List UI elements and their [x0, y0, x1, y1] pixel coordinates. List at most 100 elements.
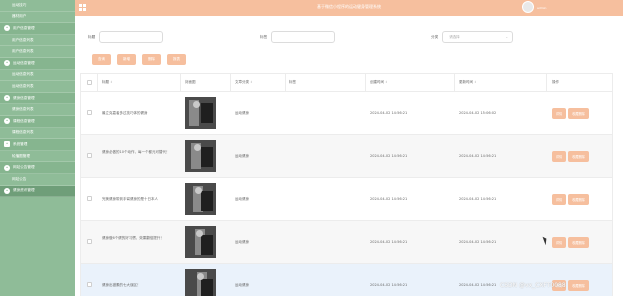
sidebar-item-6[interactable]: 运动信息列表	[0, 70, 75, 82]
notice-icon: •	[4, 164, 10, 171]
sidebar-item-8[interactable]: • 健身信息管理	[0, 92, 75, 105]
fitness-icon: •	[4, 95, 10, 102]
detail-button[interactable]: 详情	[552, 194, 566, 205]
col-header-updated[interactable]: 更新时间⇕	[459, 80, 477, 85]
row-delete-button[interactable]: 收藏删除	[568, 108, 589, 119]
col-header-cover: 封面图	[185, 80, 196, 84]
row-delete-button[interactable]: 收藏删除	[568, 237, 589, 248]
sidebar-item-label: 课程信息管理	[13, 118, 35, 123]
sidebar-item-7[interactable]: 运动信息列表	[0, 81, 75, 93]
sidebar-item-10[interactable]: • 课程信息管理	[0, 115, 75, 128]
search-tag-label: 标签	[260, 34, 268, 39]
row-checkbox[interactable]	[87, 110, 92, 115]
row-checkbox[interactable]	[87, 196, 92, 201]
row-checkbox[interactable]	[87, 239, 92, 244]
data-table: 标题⇕ 封面图 文章分类⇕ 标签 创建时间⇕ 更新时间⇕ 操作 最立克嘉者多过技…	[80, 73, 613, 296]
news-icon: •	[4, 187, 10, 194]
add-button[interactable]: 新增	[117, 54, 136, 65]
cell-created: 2024-04-02 14:56:21	[370, 154, 408, 158]
top-header: 基于微信小程序的运动健身管理系统 admin	[75, 0, 623, 16]
row-checkbox[interactable]	[87, 282, 92, 287]
search-button[interactable]: 查询	[92, 54, 111, 65]
cover-image[interactable]	[185, 183, 216, 215]
sidebar-item-label: 器材用户	[12, 14, 27, 19]
sidebar-item-4[interactable]: 用户信息列表	[0, 46, 75, 58]
row-delete-button[interactable]: 收藏删除	[568, 280, 589, 291]
avatar[interactable]	[522, 1, 534, 13]
cell-category: 运动健身	[235, 240, 249, 244]
sidebar-item-label: 网站公告管理	[13, 165, 35, 170]
sidebar-item-9[interactable]: 健身信息列表	[0, 104, 75, 116]
cover-image[interactable]	[185, 140, 216, 172]
sidebar-item-label: 运动信息列表	[12, 83, 34, 88]
sidebar-item-label: 用户信息管理	[13, 25, 35, 30]
cover-image[interactable]	[185, 269, 216, 296]
sidebar-item-label: 健身信息管理	[13, 95, 35, 100]
sidebar-item-label: 运动信息管理	[13, 60, 35, 65]
cell-updated: 2024-04-02 14:56:21	[459, 240, 497, 244]
row-delete-button[interactable]: 收藏删除	[568, 194, 589, 205]
detail-button[interactable]: 详情	[552, 237, 566, 248]
cover-image[interactable]	[185, 97, 216, 129]
sidebar-item-label: 网站公告	[12, 176, 27, 181]
row-checkbox[interactable]	[87, 153, 92, 158]
username[interactable]: admin	[537, 6, 546, 10]
cell-updated: 2024-04-02 15:06:02	[459, 111, 497, 115]
search-category-label: 分类	[431, 34, 439, 39]
sidebar-item-11[interactable]: 课程信息列表	[0, 128, 75, 140]
detail-button[interactable]: 详情	[552, 108, 566, 119]
table-header: 标题⇕ 封面图 文章分类⇕ 标签 创建时间⇕ 更新时间⇕ 操作	[81, 73, 612, 92]
sidebar-item-3[interactable]: 用户信息列表	[0, 35, 75, 47]
sidebar-item-5[interactable]: • 运动信息管理	[0, 57, 75, 70]
cell-created: 2024-04-02 14:56:21	[370, 283, 408, 287]
cell-title: 健身出错素的七大误区！	[102, 283, 141, 287]
sidebar-item-14[interactable]: • 网站公告管理	[0, 162, 75, 174]
sidebar-item-label: 用户信息列表	[12, 49, 34, 54]
cell-title: 最立克嘉者多过技巧体的健身	[102, 111, 148, 115]
sidebar: 运动技巧 器材用户 • 用户信息管理 用户信息列表 用户信息列表 • 运动信息管理 运动信息列表…	[0, 0, 75, 296]
cell-title: 健身做6个健的好习惯，效果翻倍提升！	[102, 236, 164, 240]
sidebar-item-16[interactable]: • 健身资讯管理	[0, 185, 75, 198]
col-header-created[interactable]: 创建时间⇕	[370, 80, 388, 85]
search-category-select[interactable]: 请选择 ⌄	[442, 31, 514, 43]
report-button[interactable]: 报表	[167, 54, 186, 65]
search-tag-input[interactable]	[271, 31, 336, 43]
table-row[interactable]: 健身做6个健的好习惯，效果翻倍提升！ 运动健身 2024-04-02 14:56:2…	[81, 221, 612, 264]
cell-category: 运动健身	[235, 111, 249, 115]
sport-icon: •	[4, 60, 10, 67]
sidebar-item-1[interactable]: 器材用户	[0, 12, 75, 24]
user-icon: •	[4, 25, 10, 32]
detail-button[interactable]: 详情	[552, 151, 566, 162]
sidebar-item-label: 运动信息列表	[12, 72, 34, 77]
table-row[interactable]: 完美健身带到手臂健身的是十日本人 运动健身 2024-04-02 14:56:21 2…	[81, 178, 612, 221]
action-buttons: 查询 新增 删除 报表	[92, 54, 186, 65]
select-all-checkbox[interactable]	[87, 80, 92, 85]
delete-button[interactable]: 删除	[142, 54, 161, 65]
category-placeholder: 请选择	[449, 34, 460, 39]
cover-image[interactable]	[185, 226, 216, 258]
sidebar-item-2[interactable]: • 用户信息管理	[0, 23, 75, 35]
cell-updated: 2024-04-02 14:56:21	[459, 154, 497, 158]
sidebar-item-15[interactable]: 网站公告	[0, 174, 75, 186]
col-header-tag: 标签	[289, 80, 296, 84]
sidebar-item-label: 健身信息列表	[12, 107, 34, 112]
row-delete-button[interactable]: 收藏删除	[568, 151, 589, 162]
sidebar-item-0[interactable]: 运动技巧	[0, 0, 75, 12]
search-title-label: 标题	[88, 34, 96, 39]
table-row[interactable]: 健身必做的10个动作，每一个都元可替代！ 运动健身 2024-04-02 14:56…	[81, 135, 612, 178]
cell-category: 运动健身	[235, 197, 249, 201]
col-header-title[interactable]: 标题⇕	[102, 80, 113, 85]
cell-created: 2024-04-02 14:56:21	[370, 240, 408, 244]
col-header-actions: 操作	[552, 80, 559, 84]
sidebar-item-label: 运动技巧	[12, 2, 27, 7]
col-header-category[interactable]: 文章分类⇕	[235, 80, 253, 85]
cell-updated: 2024-04-02 14:56:21	[459, 283, 497, 287]
sidebar-item-13[interactable]: 轮播图管理	[0, 151, 75, 163]
sidebar-item-12[interactable]: • 系统管理	[0, 139, 75, 151]
table-row[interactable]: 健身出错素的七大误区！ 运动健身 2024-04-02 14:56:21 2024-0…	[81, 264, 612, 296]
sidebar-item-label: 健身资讯管理	[13, 188, 35, 193]
search-title-input[interactable]	[99, 31, 164, 43]
table-row[interactable]: 最立克嘉者多过技巧体的健身 运动健身 2024-04-02 14:56:21 2024…	[81, 92, 612, 135]
system-icon: •	[4, 141, 10, 148]
cell-updated: 2024-04-02 14:56:21	[459, 197, 497, 201]
